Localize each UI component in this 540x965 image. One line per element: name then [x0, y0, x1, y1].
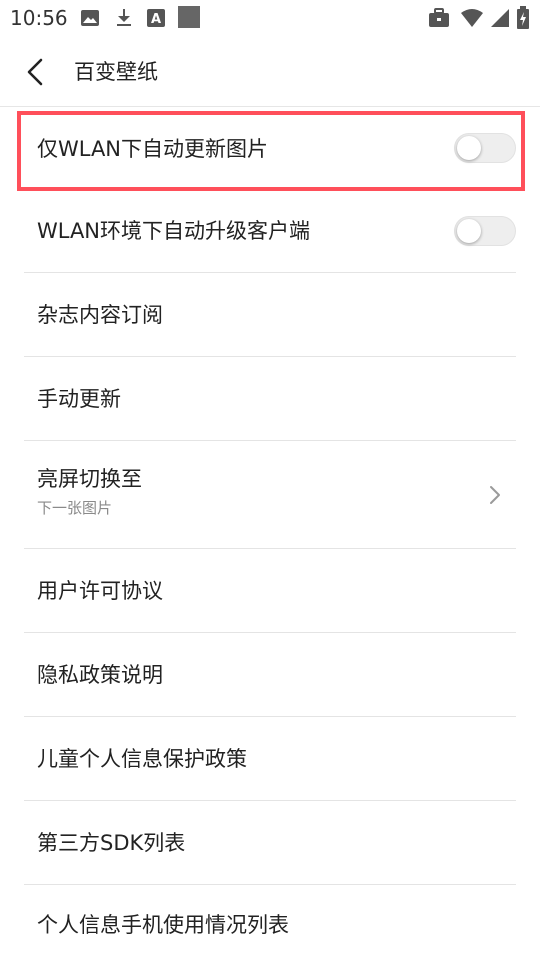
svg-text:A: A [151, 12, 161, 27]
settings-item-third-party-sdk[interactable]: 第三方SDK列表 [0, 801, 540, 885]
chevron-left-icon [27, 58, 43, 86]
status-bar: 10:56 A [0, 0, 540, 36]
chevron-right-icon [488, 483, 502, 507]
settings-item-label: 个人信息手机使用情况列表 [37, 913, 289, 937]
status-time: 10:56 [10, 6, 68, 30]
app-square-icon [178, 6, 200, 28]
battery-icon [516, 6, 530, 30]
settings-item-user-license[interactable]: 用户许可协议 [0, 549, 540, 633]
settings-item-magazine-subscription[interactable]: 杂志内容订阅 [0, 273, 540, 357]
settings-item-label: WLAN环境下自动升级客户端 [37, 219, 311, 243]
signal-icon [488, 8, 510, 28]
app-header: 百变壁纸 [0, 36, 540, 107]
wlan-only-update-toggle[interactable] [454, 133, 516, 163]
text-recognition-icon: A [146, 8, 166, 28]
page-title: 百变壁纸 [74, 60, 158, 84]
wlan-auto-upgrade-toggle[interactable] [454, 216, 516, 246]
settings-list: 仅WLAN下自动更新图片 WLAN环境下自动升级客户端 杂志内容订阅 手动更新 … [0, 107, 540, 965]
settings-item-label: 仅WLAN下自动更新图片 [37, 137, 269, 161]
settings-item-screen-on-switch[interactable]: 亮屏切换至 下一张图片 [0, 441, 540, 549]
settings-item-children-privacy[interactable]: 儿童个人信息保护政策 [0, 717, 540, 801]
wifi-icon [460, 8, 484, 28]
toggle-knob [457, 136, 481, 160]
settings-item-label: 用户许可协议 [37, 579, 163, 603]
settings-item-wlan-auto-upgrade[interactable]: WLAN环境下自动升级客户端 [0, 191, 540, 273]
settings-item-label: 杂志内容订阅 [37, 303, 163, 327]
settings-item-label: 隐私政策说明 [37, 663, 163, 687]
settings-item-label: 手动更新 [37, 387, 121, 411]
toggle-knob [457, 219, 481, 243]
settings-item-label: 亮屏切换至 [37, 467, 142, 491]
settings-item-personal-info-usage[interactable]: 个人信息手机使用情况列表 [0, 885, 540, 965]
settings-item-privacy-policy[interactable]: 隐私政策说明 [0, 633, 540, 717]
back-button[interactable] [18, 54, 54, 90]
settings-item-value: 下一张图片 [37, 499, 113, 517]
image-icon [80, 8, 100, 28]
settings-item-manual-update[interactable]: 手动更新 [0, 357, 540, 441]
briefcase-icon [428, 8, 450, 28]
download-icon [114, 8, 134, 28]
settings-item-label: 第三方SDK列表 [37, 831, 186, 855]
settings-item-wlan-only-update[interactable]: 仅WLAN下自动更新图片 [0, 107, 540, 191]
settings-item-label: 儿童个人信息保护政策 [37, 747, 247, 771]
